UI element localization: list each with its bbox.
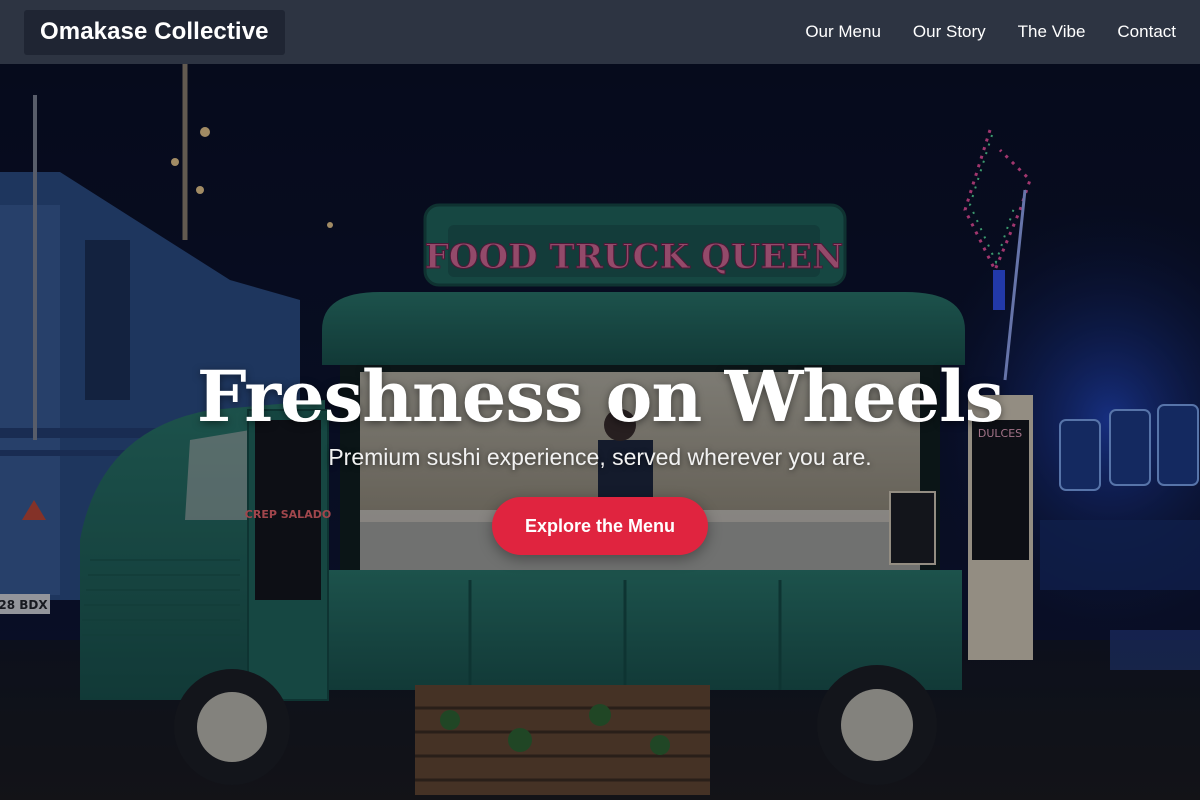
hero-title: Freshness on Wheels — [196, 355, 1004, 438]
nav-links: Our Menu Our Story The Vibe Contact — [805, 22, 1176, 42]
explore-menu-button[interactable]: Explore the Menu — [492, 497, 708, 555]
nav-link-contact[interactable]: Contact — [1117, 22, 1176, 41]
main-nav: Our Menu Our Story The Vibe Contact — [805, 22, 1176, 42]
nav-item-menu: Our Menu — [805, 22, 881, 42]
hero-subtitle: Premium sushi experience, served whereve… — [328, 444, 872, 470]
nav-link-our-story[interactable]: Our Story — [913, 22, 986, 41]
nav-item-contact: Contact — [1117, 22, 1176, 42]
nav-link-the-vibe[interactable]: The Vibe — [1018, 22, 1086, 41]
nav-item-vibe: The Vibe — [1018, 22, 1086, 42]
nav-item-story: Our Story — [913, 22, 986, 42]
brand-logo[interactable]: Omakase Collective — [24, 9, 285, 55]
hero-content: Freshness on Wheels Premium sushi experi… — [0, 64, 1200, 800]
site-header: Omakase Collective Our Menu Our Story Th… — [0, 0, 1200, 64]
nav-link-our-menu[interactable]: Our Menu — [805, 22, 881, 41]
hero-section: FOOD TRUCK QUEEN CREP SALADO DULCES 28 B… — [0, 64, 1200, 800]
